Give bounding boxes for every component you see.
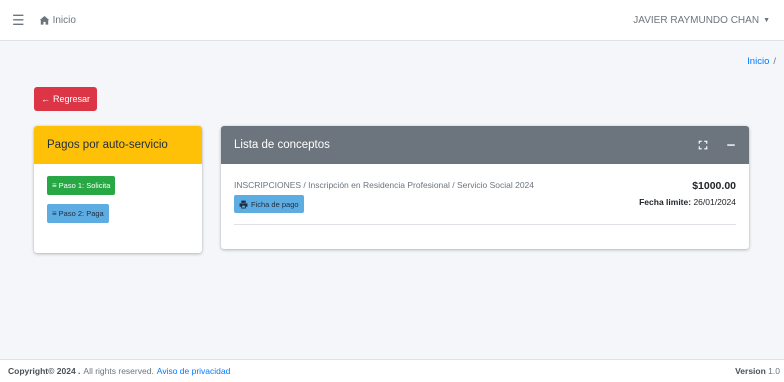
breadcrumb-home-link[interactable]: Inicio — [747, 56, 769, 67]
print-icon — [239, 200, 248, 208]
card-tools — [698, 140, 736, 150]
concept-amount: $1000.00 — [692, 180, 736, 192]
self-service-card-header: Pagos por auto-servicio — [34, 126, 202, 164]
concepts-card: Lista de conceptos INSCRIPCIONES / Inscr… — [221, 126, 749, 249]
expand-icon[interactable] — [698, 140, 708, 150]
footer-rights: All rights reserved. — [83, 366, 154, 376]
hamburger-icon[interactable]: ☰ — [12, 12, 25, 29]
user-menu[interactable]: JAVIER RAYMUNDO CHAN ▼ — [633, 15, 770, 26]
step1-label: Paso 1: Solicita — [58, 181, 111, 190]
list-icon: ≡ — [52, 209, 57, 218]
concepts-title: Lista de conceptos — [234, 139, 330, 151]
breadcrumb: Inicio / — [747, 56, 776, 67]
footer-copyright: Copyright© 2024 . — [8, 366, 81, 376]
due-date-label: Fecha limite: — [639, 197, 692, 207]
concept-description: INSCRIPCIONES / Inscripción en Residenci… — [234, 180, 534, 190]
minus-icon[interactable] — [726, 140, 736, 150]
list-icon: ≡ — [52, 181, 57, 190]
arrow-left-icon: ← — [41, 94, 50, 104]
concepts-card-header: Lista de conceptos — [221, 126, 749, 164]
step1-request-button[interactable]: ≡ Paso 1: Solicita — [47, 176, 116, 195]
concepts-card-body: INSCRIPCIONES / Inscripción en Residenci… — [221, 164, 749, 225]
home-nav-link[interactable]: Inicio — [39, 15, 76, 26]
payment-slip-label: Ficha de pago — [251, 199, 299, 209]
step2-pay-button[interactable]: ≡ Paso 2: Paga — [47, 204, 109, 223]
back-button[interactable]: ← Regresar — [34, 87, 98, 111]
concept-amount-block: $1000.00 Fecha limite: 26/01/2024 — [639, 180, 736, 214]
top-navbar: ☰ Inicio JAVIER RAYMUNDO CHAN ▼ — [0, 0, 784, 41]
home-icon — [39, 15, 49, 25]
footer: Copyright© 2024 . All rights reserved. A… — [0, 359, 784, 382]
breadcrumb-separator: / — [773, 56, 776, 67]
footer-version: Version 1.0 — [735, 366, 780, 376]
self-service-title: Pagos por auto-servicio — [47, 139, 168, 151]
self-service-card: Pagos por auto-servicio ≡ Paso 1: Solici… — [34, 126, 202, 253]
concept-due: Fecha limite: 26/01/2024 — [639, 197, 736, 207]
version-number: 1.0 — [768, 366, 780, 376]
step2-label: Paso 2: Paga — [58, 209, 104, 218]
list-item: INSCRIPCIONES / Inscripción en Residenci… — [234, 180, 736, 225]
version-label: Version — [735, 366, 766, 376]
home-link-label: Inicio — [52, 14, 76, 26]
self-service-card-body: ≡ Paso 1: Solicita ≡ Paso 2: Paga — [34, 164, 202, 235]
due-date-value: 26/01/2024 — [693, 197, 736, 207]
concept-info: INSCRIPCIONES / Inscripción en Residenci… — [234, 180, 534, 214]
back-button-label: Regresar — [53, 94, 91, 104]
caret-down-icon: ▼ — [763, 16, 770, 24]
payment-slip-button[interactable]: Ficha de pago — [234, 195, 304, 213]
user-name: JAVIER RAYMUNDO CHAN — [633, 14, 760, 26]
privacy-notice-link[interactable]: Aviso de privacidad — [157, 366, 231, 376]
